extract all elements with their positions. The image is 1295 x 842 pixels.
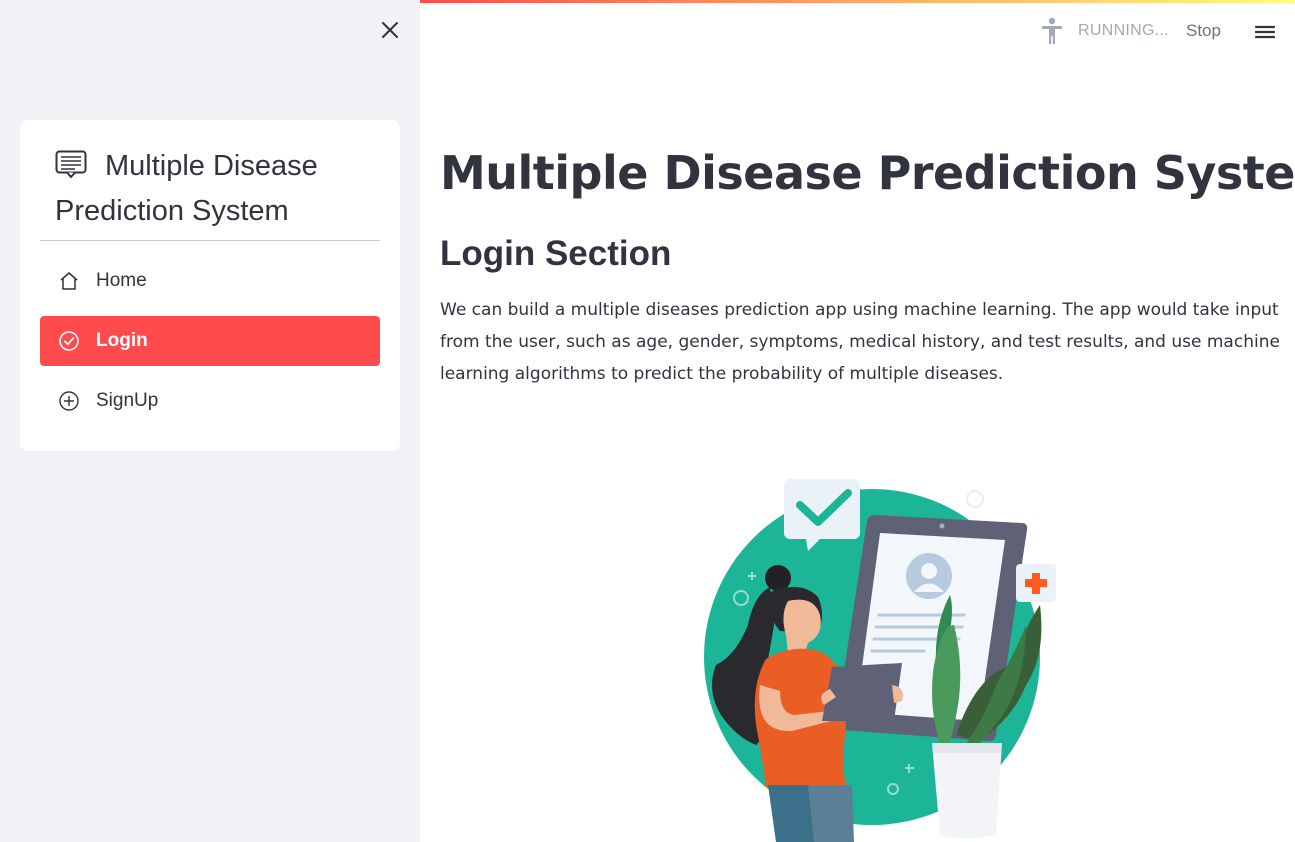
hamburger-icon [1254,25,1276,39]
check-circle-icon [58,330,80,352]
main-menu-button[interactable] [1252,20,1278,44]
menu-item-signup-label: SignUp [96,390,159,411]
page-title: Multiple Disease Prediction System [440,146,1295,200]
option-menu: Multiple Disease Prediction System Home … [20,120,400,451]
menu-item-home-label: Home [96,270,147,291]
menu-title: Multiple Disease Prediction System [55,144,375,234]
status-text: RUNNING... [1078,22,1169,39]
plus-circle-icon [58,390,80,412]
section-title: Login Section [440,234,672,273]
menu-title-text: Multiple Disease Prediction System [55,150,318,227]
sidebar: Multiple Disease Prediction System Home … [0,0,420,842]
description-text: We can build a multiple diseases predict… [440,300,1280,384]
close-icon [382,22,398,38]
stop-button[interactable]: Stop [1178,16,1229,46]
running-status: RUNNING... [1040,16,1169,46]
house-icon [58,270,80,292]
card-list-icon [55,150,87,178]
doctor-consult-illustration [704,479,1056,842]
running-person-icon [1042,17,1062,44]
top-decoration-bar [420,0,1295,3]
menu-item-login-label: Login [96,330,148,351]
menu-divider [40,240,380,241]
menu-item-login[interactable]: Login [40,316,380,366]
menu-item-home[interactable]: Home [40,256,380,306]
close-sidebar-button[interactable] [378,18,402,42]
menu-item-signup[interactable]: SignUp [40,376,380,426]
